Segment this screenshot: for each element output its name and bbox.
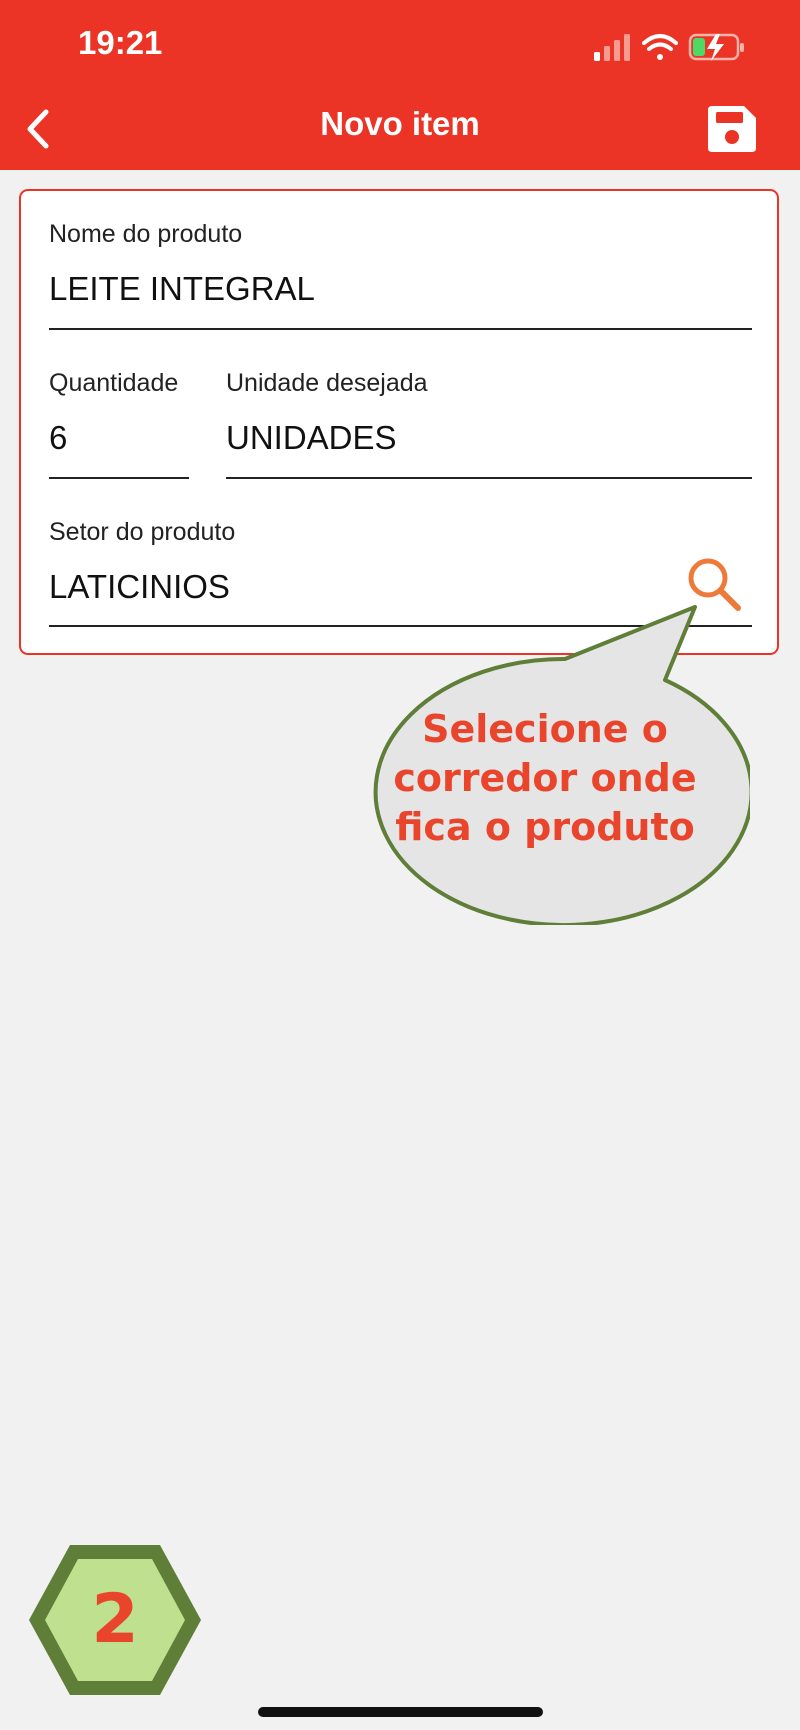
quantity-label: Quantidade [49, 369, 179, 397]
home-indicator[interactable] [258, 1707, 543, 1717]
unit-field[interactable]: UNIDADES [226, 419, 397, 457]
product-name-field[interactable]: LEITE INTEGRAL [49, 270, 315, 308]
save-icon[interactable] [708, 106, 756, 152]
status-icons [594, 33, 744, 61]
battery-icon [688, 33, 744, 61]
app-header: 19:21 Novo item [0, 0, 800, 170]
status-time: 19:21 [78, 24, 163, 61]
tooltip-line-3: fica o produto [395, 805, 695, 849]
sector-label: Setor do produto [49, 518, 236, 546]
quantity-field[interactable]: 6 [49, 419, 67, 457]
product-name-underline [49, 328, 752, 330]
unit-label: Unidade desejada [226, 369, 428, 397]
page-title: Novo item [320, 105, 480, 142]
product-name-label: Nome do produto [49, 220, 243, 248]
tooltip-text: Selecione o corredor onde fica o produto [360, 705, 730, 852]
unit-underline [226, 477, 752, 479]
step-number: 2 [91, 1580, 139, 1659]
sector-field[interactable]: LATICINIOS [49, 568, 230, 606]
wifi-icon [642, 34, 678, 60]
signal-icon [594, 34, 630, 61]
quantity-underline [49, 477, 189, 479]
tooltip-line-2: corredor onde [393, 756, 697, 800]
tooltip-line-1: Selecione o [422, 707, 668, 751]
